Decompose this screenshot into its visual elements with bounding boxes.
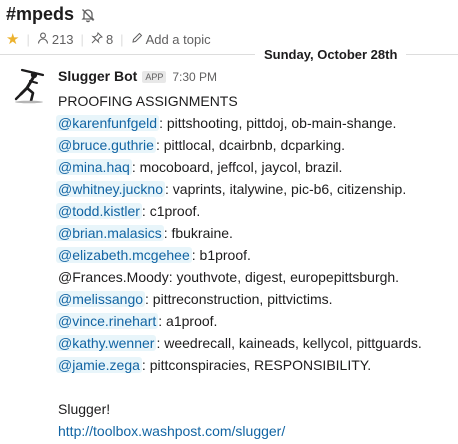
avatar[interactable] [10,66,48,104]
url-line: http://toolbox.washpost.com/slugger/ [58,420,454,442]
assignment-line: @bruce.guthrie: pittlocal, dcairbnb, dcp… [56,134,454,156]
user-mention[interactable]: @todd.kistler [56,203,142,219]
assignment-slugs: : a1proof. [158,313,218,329]
user-mention[interactable]: @elizabeth.mcgehee [56,247,192,263]
assignment-line: @brian.malasics: fbukraine. [56,222,454,244]
assignment-slugs: : youthvote, digest, europepittsburgh. [168,269,400,285]
members-count[interactable]: 213 [52,32,74,47]
assignment-slugs: : weedrecall, kaineads, kellycol, pittgu… [156,335,422,351]
assignment-line: @whitney.juckno: vaprints, italywine, pi… [56,178,454,200]
meta-separator: | [120,32,124,47]
add-topic-button[interactable]: Add a topic [131,32,211,47]
assignment-line: @kathy.wenner: weedrecall, kaineads, kel… [56,332,454,354]
assignment-slugs: : pittreconstruction, pittvictims. [145,291,333,307]
user-mention[interactable]: @bruce.guthrie [56,137,156,153]
slugger-link[interactable]: http://toolbox.washpost.com/slugger/ [58,423,285,439]
assignment-line: @todd.kistler: c1proof. [56,200,454,222]
channel-meta: ★ | 213 | 8 | Add a topic [6,32,211,47]
assignment-slugs: : mocoboard, jeffcol, jaycol, brazil. [131,159,343,175]
date-divider[interactable]: Sunday, October 28th [255,46,407,64]
message-heading: PROOFING ASSIGNMENTS [58,93,238,109]
assignment-slugs: : pittlocal, dcairbnb, dcparking. [155,137,346,153]
signoff-text: Slugger! [58,401,111,417]
plain-mention-text: @Frances.Moody [58,269,169,285]
bell-off-icon[interactable] [80,7,96,23]
assignment-line: @vince.rinehart: a1proof. [56,310,454,332]
assignment-list: @karenfunfgeld: pittshooting, pittdoj, o… [56,112,454,376]
assignment-slugs: : c1proof. [141,203,201,219]
user-mention[interactable]: @karenfunfgeld [56,115,160,131]
assignment-slugs: : pittshooting, pittdoj, ob-main-shange. [159,115,397,131]
user-mention[interactable]: @whitney.juckno [56,181,165,197]
channel-title[interactable]: #mpeds [6,4,96,25]
pinned-count[interactable]: 8 [106,32,113,47]
assignment-slugs: : fbukraine. [163,225,233,241]
message-body: PROOFING ASSIGNMENTS @karenfunfgeld: pit… [56,90,454,442]
message-header: Slugger Bot APP 7:30 PM [58,68,217,84]
user-mention[interactable]: @melissango [56,291,146,307]
sender-name[interactable]: Slugger Bot [58,68,137,84]
pencil-icon [131,32,143,47]
pin-icon [91,32,103,47]
person-icon [37,32,49,47]
message-timestamp[interactable]: 7:30 PM [172,70,217,84]
meta-separator: | [80,32,84,47]
assignment-line: @jamie.zega: pittconspiracies, RESPONSIB… [56,354,454,376]
assignment-line: @Frances.Moody: youthvote, digest, europ… [58,266,454,288]
user-mention[interactable]: @brian.malasics [56,225,164,241]
assignment-slugs: : pittconspiracies, RESPONSIBILITY. [141,357,372,373]
assignment-line: @melissango: pittreconstruction, pittvic… [56,288,454,310]
user-mention[interactable]: @jamie.zega [56,357,142,373]
user-mention[interactable]: @vince.rinehart [56,313,159,329]
add-topic-label: Add a topic [145,32,211,47]
star-icon[interactable]: ★ [6,32,19,47]
user-mention[interactable]: @kathy.wenner [56,335,157,351]
assignment-line: @elizabeth.mcgehee: b1proof. [56,244,454,266]
assignment-line: @karenfunfgeld: pittshooting, pittdoj, o… [56,112,454,134]
channel-name[interactable]: #mpeds [6,4,74,25]
assignment-slugs: : vaprints, italywine, pic-b6, citizensh… [165,181,407,197]
assignment-slugs: : b1proof. [191,247,251,263]
user-mention[interactable]: @mina.haq [56,159,132,175]
assignment-line: @mina.haq: mocoboard, jeffcol, jaycol, b… [56,156,454,178]
meta-separator: | [26,32,30,47]
app-badge: APP [142,71,167,83]
channel-header: #mpeds ★ | 213 | 8 | Add a topic [0,0,458,52]
